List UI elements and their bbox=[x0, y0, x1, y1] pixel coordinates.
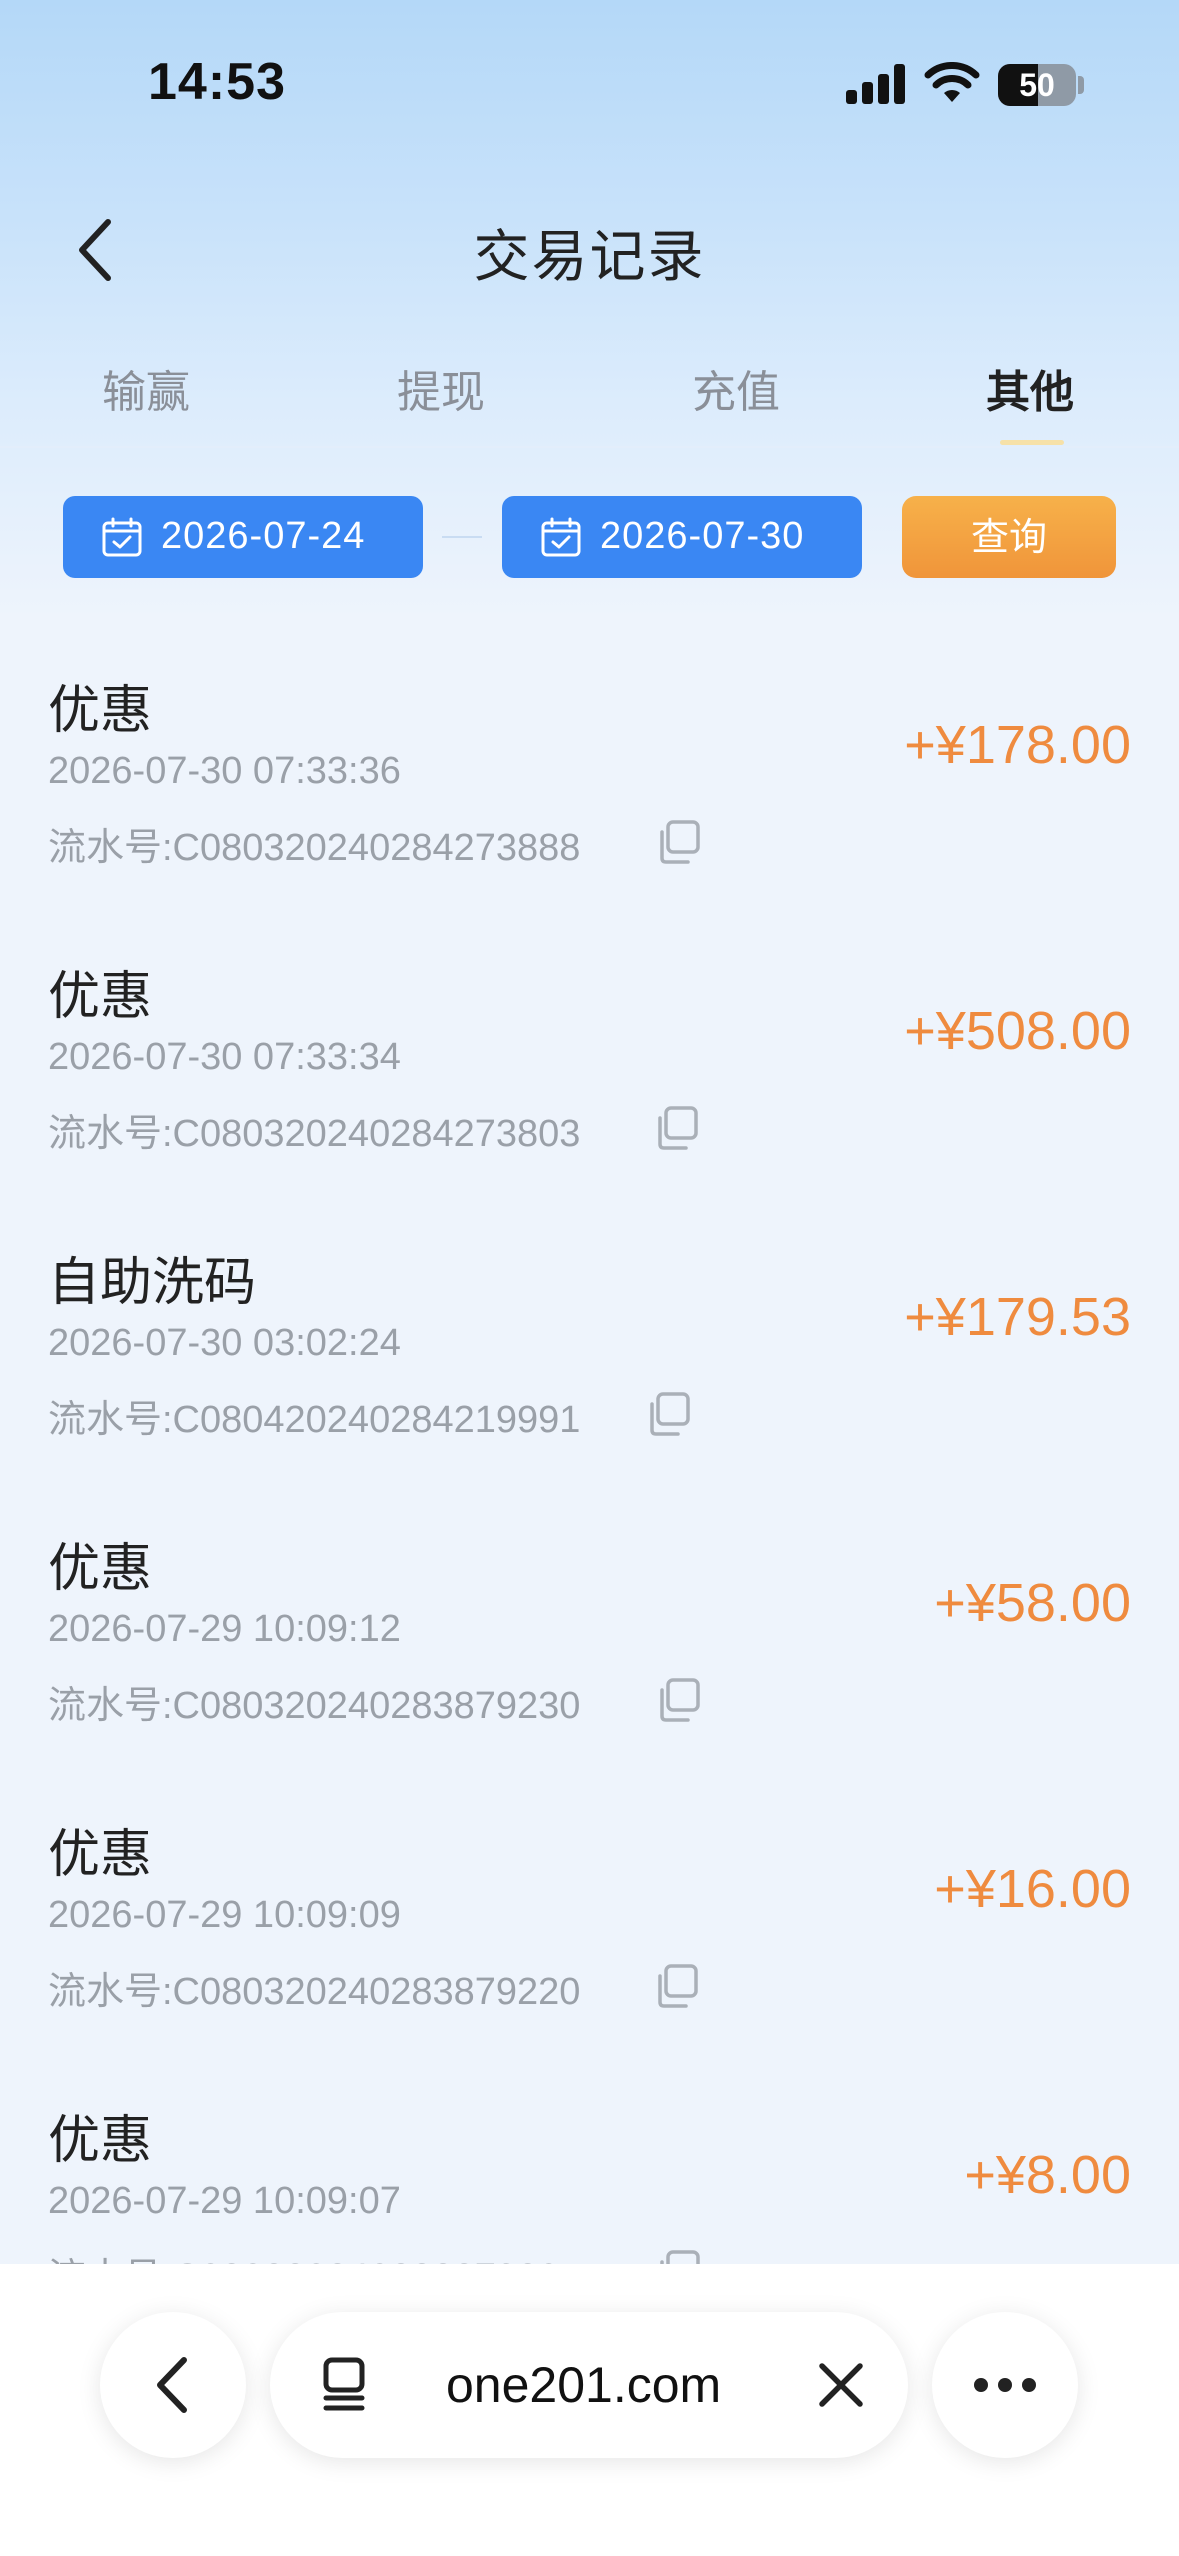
transaction-time: 2026-07-29 10:09:09 bbox=[48, 1894, 401, 1936]
cellular-signal-icon bbox=[846, 62, 906, 104]
transaction-row: 优惠 2026-07-29 10:09:09 流水号:C080320240283… bbox=[0, 1788, 1179, 2074]
wifi-icon bbox=[924, 62, 980, 102]
transaction-amount: +¥8.00 bbox=[964, 2145, 1131, 2205]
transaction-serial: 流水号:C080320240283879220 bbox=[48, 1971, 581, 2013]
end-date-label: 2026-07-30 bbox=[600, 515, 805, 557]
start-date-picker[interactable]: 2026-07-24 bbox=[63, 496, 423, 578]
active-tab-indicator bbox=[1000, 440, 1064, 445]
start-date-label: 2026-07-24 bbox=[161, 515, 366, 557]
transaction-row: 自助洗码 2026-07-30 03:02:24 流水号:C0804202402… bbox=[0, 1216, 1179, 1502]
copy-icon[interactable] bbox=[652, 1104, 700, 1152]
transaction-serial: 流水号:C080320240283879230 bbox=[48, 1685, 581, 1727]
transaction-type: 优惠 bbox=[48, 1825, 153, 1885]
date-range-separator bbox=[442, 536, 482, 538]
transaction-list[interactable]: 优惠 2026-07-30 07:33:36 流水号:C080320240284… bbox=[0, 620, 1179, 2264]
transaction-amount: +¥58.00 bbox=[934, 1573, 1131, 1633]
tab-bar: 输赢 提现 充值 其他 bbox=[0, 318, 1179, 448]
page-title: 交易记录 bbox=[473, 225, 706, 290]
tab-win-loss[interactable]: 输赢 bbox=[46, 356, 246, 420]
transaction-time: 2026-07-30 07:33:34 bbox=[48, 1036, 401, 1078]
transaction-serial: 流水号:C080320240283879205 bbox=[48, 2246, 580, 2264]
browser-toolbar: one201.com bbox=[0, 2264, 1179, 2556]
copy-icon[interactable] bbox=[654, 1676, 702, 1724]
transaction-amount: +¥178.00 bbox=[904, 715, 1131, 775]
transaction-time: 2026-07-30 07:33:36 bbox=[48, 750, 401, 792]
transaction-serial: 流水号:C080320240284273888 bbox=[48, 827, 581, 869]
copy-icon[interactable] bbox=[654, 2248, 702, 2264]
transaction-amount: +¥508.00 bbox=[904, 1001, 1131, 1061]
transaction-amount: +¥179.53 bbox=[904, 1287, 1131, 1347]
tab-overview-icon[interactable] bbox=[320, 2356, 376, 2412]
transaction-time: 2026-07-30 03:02:24 bbox=[48, 1322, 401, 1364]
tab-other[interactable]: 其他 bbox=[930, 356, 1130, 420]
transaction-row: 优惠 2026-07-29 10:09:12 流水号:C080320240283… bbox=[0, 1502, 1179, 1788]
more-icon bbox=[974, 2378, 1036, 2392]
more-options-button[interactable] bbox=[932, 2312, 1078, 2458]
end-date-picker[interactable]: 2026-07-30 bbox=[502, 496, 862, 578]
query-button[interactable]: 查询 bbox=[902, 496, 1116, 578]
battery-icon: 50 bbox=[998, 64, 1076, 106]
calendar-icon bbox=[102, 517, 142, 557]
transaction-type: 优惠 bbox=[48, 967, 153, 1027]
battery-cap bbox=[1078, 76, 1084, 94]
copy-icon[interactable] bbox=[644, 1390, 692, 1438]
transaction-time: 2026-07-29 10:09:12 bbox=[48, 1608, 401, 1650]
address-bar-domain[interactable]: one201.com bbox=[446, 2356, 721, 2414]
transaction-row: 优惠 2026-07-30 07:33:36 流水号:C080320240284… bbox=[0, 644, 1179, 930]
chevron-left-icon bbox=[157, 2357, 187, 2413]
transaction-type: 优惠 bbox=[48, 1539, 153, 1599]
calendar-icon bbox=[541, 517, 581, 557]
transaction-amount: +¥16.00 bbox=[934, 1859, 1131, 1919]
transaction-time: 2026-07-29 10:09:07 bbox=[48, 2180, 401, 2222]
copy-icon[interactable] bbox=[654, 818, 702, 866]
tab-deposit[interactable]: 充值 bbox=[636, 356, 836, 420]
transaction-type: 优惠 bbox=[48, 681, 153, 741]
browser-back-button[interactable] bbox=[100, 2312, 246, 2458]
battery-level: 50 bbox=[1019, 67, 1055, 103]
transaction-row: 优惠 2026-07-30 07:33:34 流水号:C080320240284… bbox=[0, 930, 1179, 1216]
status-bar: 14:53 50 bbox=[0, 0, 1179, 170]
copy-icon[interactable] bbox=[652, 1962, 700, 2010]
status-time: 14:53 bbox=[148, 53, 286, 111]
address-bar[interactable]: one201.com bbox=[270, 2312, 908, 2458]
transaction-serial: 流水号:C080420240284219991 bbox=[48, 1399, 581, 1441]
tab-withdraw[interactable]: 提现 bbox=[341, 356, 541, 420]
close-icon[interactable] bbox=[814, 2358, 868, 2412]
transaction-type: 自助洗码 bbox=[48, 1253, 257, 1313]
transaction-type: 优惠 bbox=[48, 2111, 153, 2171]
transaction-row: 优惠 2026-07-29 10:09:07 流水号:C080320240283… bbox=[0, 2074, 1179, 2264]
transaction-serial: 流水号:C080320240284273803 bbox=[48, 1113, 581, 1155]
